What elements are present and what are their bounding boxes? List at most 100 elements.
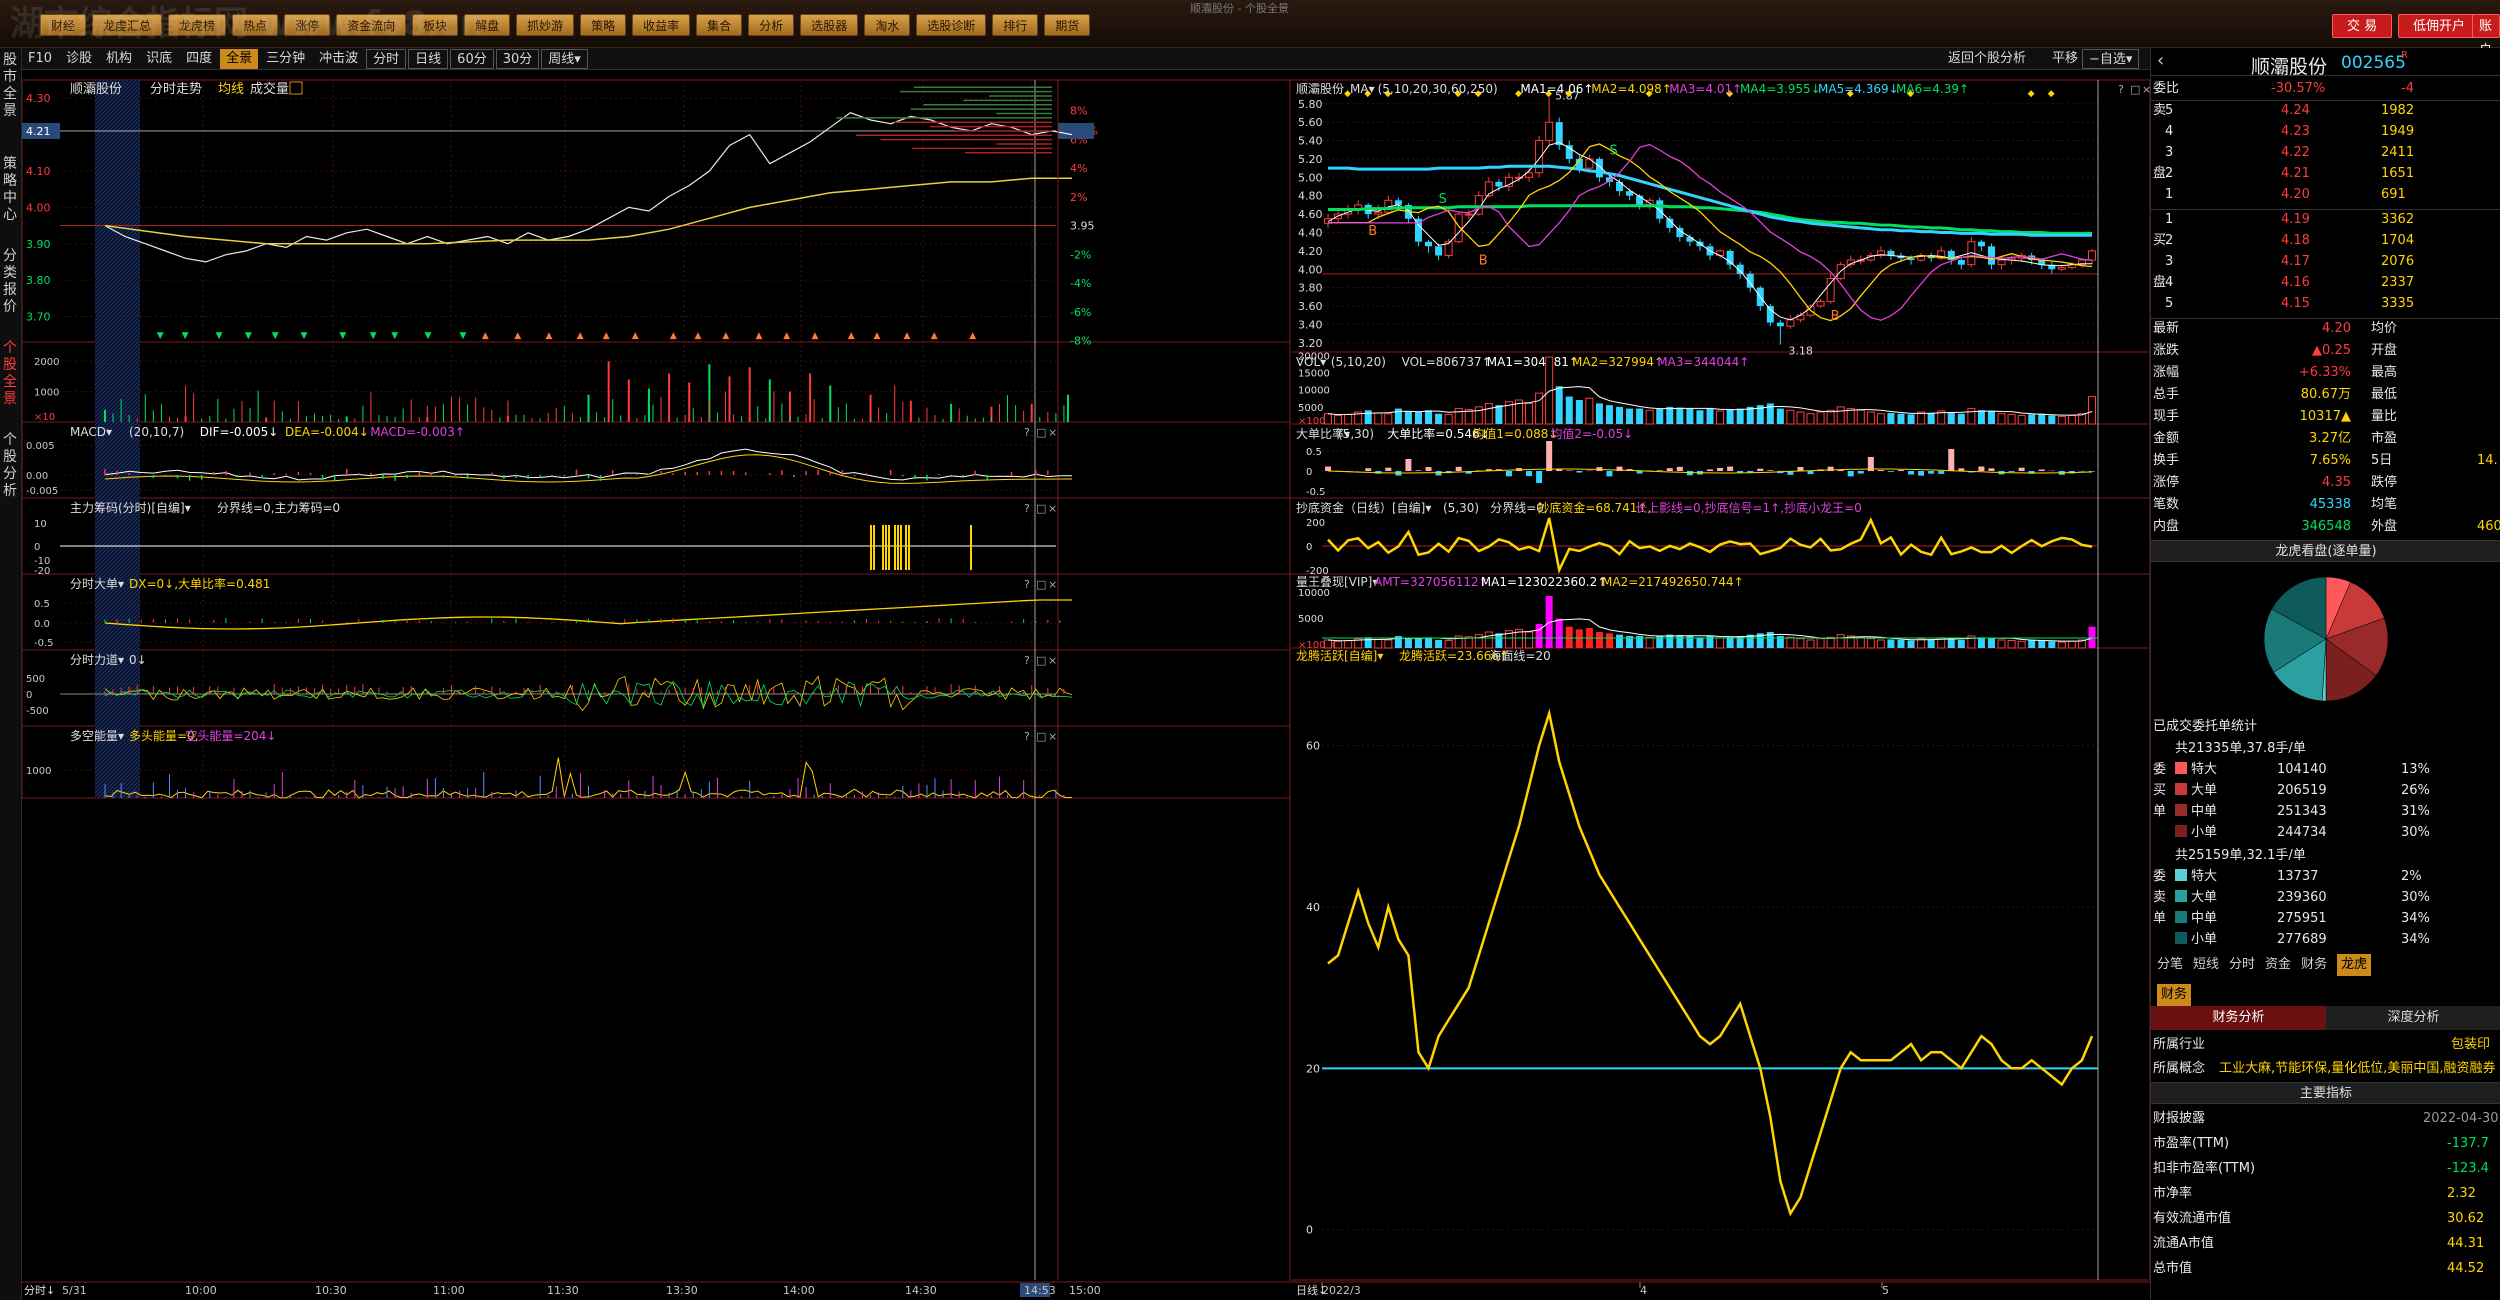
daily-price-tick-0: 5.80 (1298, 98, 1323, 111)
stat-row-0-cell-0: 最新 (2153, 321, 2180, 336)
ddbl-bar-53 (1857, 471, 1864, 474)
tab-strategy-center[interactable]: 策略中心 (2, 156, 18, 223)
daily-ctl-1: □ (2130, 83, 2140, 96)
lw-bar-12 (1444, 640, 1453, 649)
lw-bar-60 (1927, 639, 1935, 648)
stat-row-5: 金额 3.27亿 市盈 (2151, 428, 2500, 449)
toolbar-item-6[interactable]: 三分钟 (260, 49, 311, 69)
back-arrow-icon[interactable]: ‹ (2157, 50, 2164, 71)
menu-item-11[interactable]: 集合 (696, 14, 743, 36)
menu-item-9[interactable]: 策略 (580, 14, 627, 36)
toolbar-item-11[interactable]: 30分 (495, 48, 540, 69)
tab-market-overview[interactable]: 股市全景 (2, 52, 18, 119)
toolbar-item-10[interactable]: 60分 (450, 48, 494, 69)
lw-tick-1: 5000 (1298, 614, 1323, 625)
flat-button[interactable]: 平移 (2046, 49, 2084, 69)
daily-vol-bar-46 (1786, 409, 1795, 425)
tab-stock-analysis[interactable]: 个股分析 (2, 432, 18, 499)
ddbl-tick-0: 0.5 (1306, 447, 1322, 458)
toolbar-item-4[interactable]: 四度 (180, 49, 218, 69)
toolbar-item-1[interactable]: 诊股 (60, 49, 98, 69)
daily-vol-bar-73 (2057, 415, 2066, 425)
intraday-series-1 (104, 177, 1072, 245)
lhb-title: 龙虎看盘(逐单量) (2151, 540, 2500, 562)
tab-stock-overview[interactable]: 个股全景 (2, 340, 18, 407)
stat-row-0: 最新 4.20 均价 (2151, 318, 2500, 339)
bid-row-2-cell-2: 4.17 (2281, 254, 2310, 269)
stat-row-4-cell-0: 现手 (2153, 409, 2180, 424)
toolbar-item-8[interactable]: 分时 (366, 48, 407, 69)
toolbar-item-5[interactable]: 全景 (220, 48, 259, 69)
menu-item-12[interactable]: 分析 (748, 14, 795, 36)
toolbar-item-9[interactable]: 日线 (408, 48, 449, 69)
menu-item-14[interactable]: 淘水 (864, 14, 911, 36)
menu-item-10[interactable]: 收益率 (632, 14, 691, 36)
kline-body-36 (1686, 237, 1694, 242)
open-account-button[interactable]: 低佣开户 (2398, 14, 2481, 38)
dk-text-1: 空头能量=204↓ (185, 729, 276, 743)
fin-row-2: 扣非市盈率(TTM) -123.4 (2151, 1158, 2500, 1179)
buy-row-3-cell-3: 30% (2401, 825, 2430, 840)
fin-row-2-cell-1: -123.4 (2447, 1161, 2489, 1176)
lw-header-0: 量王叠现[VIP]▾ (1296, 575, 1378, 589)
toolbar-item-3[interactable]: 识底 (140, 49, 178, 69)
fin-tab-0[interactable]: 财务分析 (2151, 1006, 2326, 1030)
back-to-analysis-button[interactable]: 返回个股分析 (1942, 49, 2032, 69)
detail-tab-3[interactable]: 资金 (2265, 954, 2291, 976)
weibi-row-cell-1: -30.57% (2271, 81, 2326, 96)
stat-row-6-cell-3: 14. (2477, 453, 2498, 468)
dd-tick-1: 0.0 (34, 619, 50, 630)
menu-item-13[interactable]: 选股器 (800, 14, 859, 36)
menu-item-17[interactable]: 期货 (1044, 14, 1091, 36)
zl-bar-1-863 (885, 525, 887, 570)
toolbar-item-7[interactable]: 冲击波 (313, 49, 364, 69)
price-tick-2: 4.10 (26, 165, 51, 178)
ddbl-bar-61 (1938, 471, 1945, 474)
daily-vol-bar-32 (1645, 409, 1654, 425)
trade-button[interactable]: 交 易 (2332, 14, 2393, 38)
daily-vol-bar-38 (1706, 408, 1714, 424)
daily-vol-tick-4: ×100 (1298, 416, 1325, 427)
price-tick-5: 3.80 (26, 274, 51, 287)
daily-vol-bar-66 (1987, 410, 1995, 424)
lw-bar-49 (1816, 638, 1825, 649)
lt-tick-1: 40 (1306, 901, 1320, 914)
toolbar-item-0[interactable]: F10 (22, 49, 58, 69)
ask-row-1: 4 4.23 1949 (2151, 121, 2500, 142)
detail-tab-1[interactable]: 短线 (2193, 954, 2219, 976)
detail-tab-0[interactable]: 分笔 (2157, 954, 2183, 976)
detail-tab-4[interactable]: 财务 (2301, 954, 2327, 976)
toolbar-item-12[interactable]: 周线▾ (541, 48, 588, 69)
detail-tab-2[interactable]: 分时 (2229, 954, 2255, 976)
account-button[interactable]: 账户 (2472, 14, 2500, 58)
stat-row-4-cell-2: 量比 (2371, 409, 2398, 424)
ddbl-bar-0 (1325, 466, 1331, 471)
lw-bar-63 (1957, 640, 1965, 648)
current-pct-box (1058, 122, 1094, 139)
ddbl-bar-9 (1415, 470, 1422, 471)
menu-item-16[interactable]: 排行 (992, 14, 1039, 36)
entrust-title: 已成交委托单统计 (2151, 716, 2500, 737)
menu-item-8[interactable]: 抓妙游 (516, 14, 575, 36)
daily-vol-bar-13 (1454, 408, 1463, 425)
menu-item-15[interactable]: 选股诊断 (916, 14, 987, 36)
zl-bar-0-848 (870, 525, 872, 570)
daily-price-tick-12: 3.40 (1298, 318, 1323, 331)
ddbl-bar-21 (1536, 471, 1543, 483)
dd-ctl-1: □ (1036, 578, 1046, 591)
macd-tick-1: 0.00 (26, 471, 48, 482)
daily-vol-bar-31 (1636, 408, 1644, 424)
ddbl-bar-18 (1505, 471, 1512, 477)
fin-tab-1[interactable]: 深度分析 (2326, 1006, 2500, 1030)
daily-event-12: ◆ (2028, 89, 2035, 99)
ddbl-bar-28 (1606, 471, 1613, 477)
finance-tab[interactable]: 财务 (2157, 984, 2192, 1006)
ask-row-3-cell-2: 4.21 (2281, 166, 2310, 181)
daily-toolbar: 返回个股分析 平移 −自选▾ (1290, 48, 2150, 70)
detail-tab-5[interactable]: 龙虎 (2337, 954, 2372, 976)
ask-row-2-cell-2: 4.22 (2281, 145, 2310, 160)
tab-category-quote[interactable]: 分类报价 (2, 248, 18, 315)
watchlist-button[interactable]: −自选▾ (2082, 49, 2140, 69)
stat-row-4-cell-1: 10317▲ (2299, 409, 2351, 424)
toolbar-item-2[interactable]: 机构 (100, 49, 138, 69)
